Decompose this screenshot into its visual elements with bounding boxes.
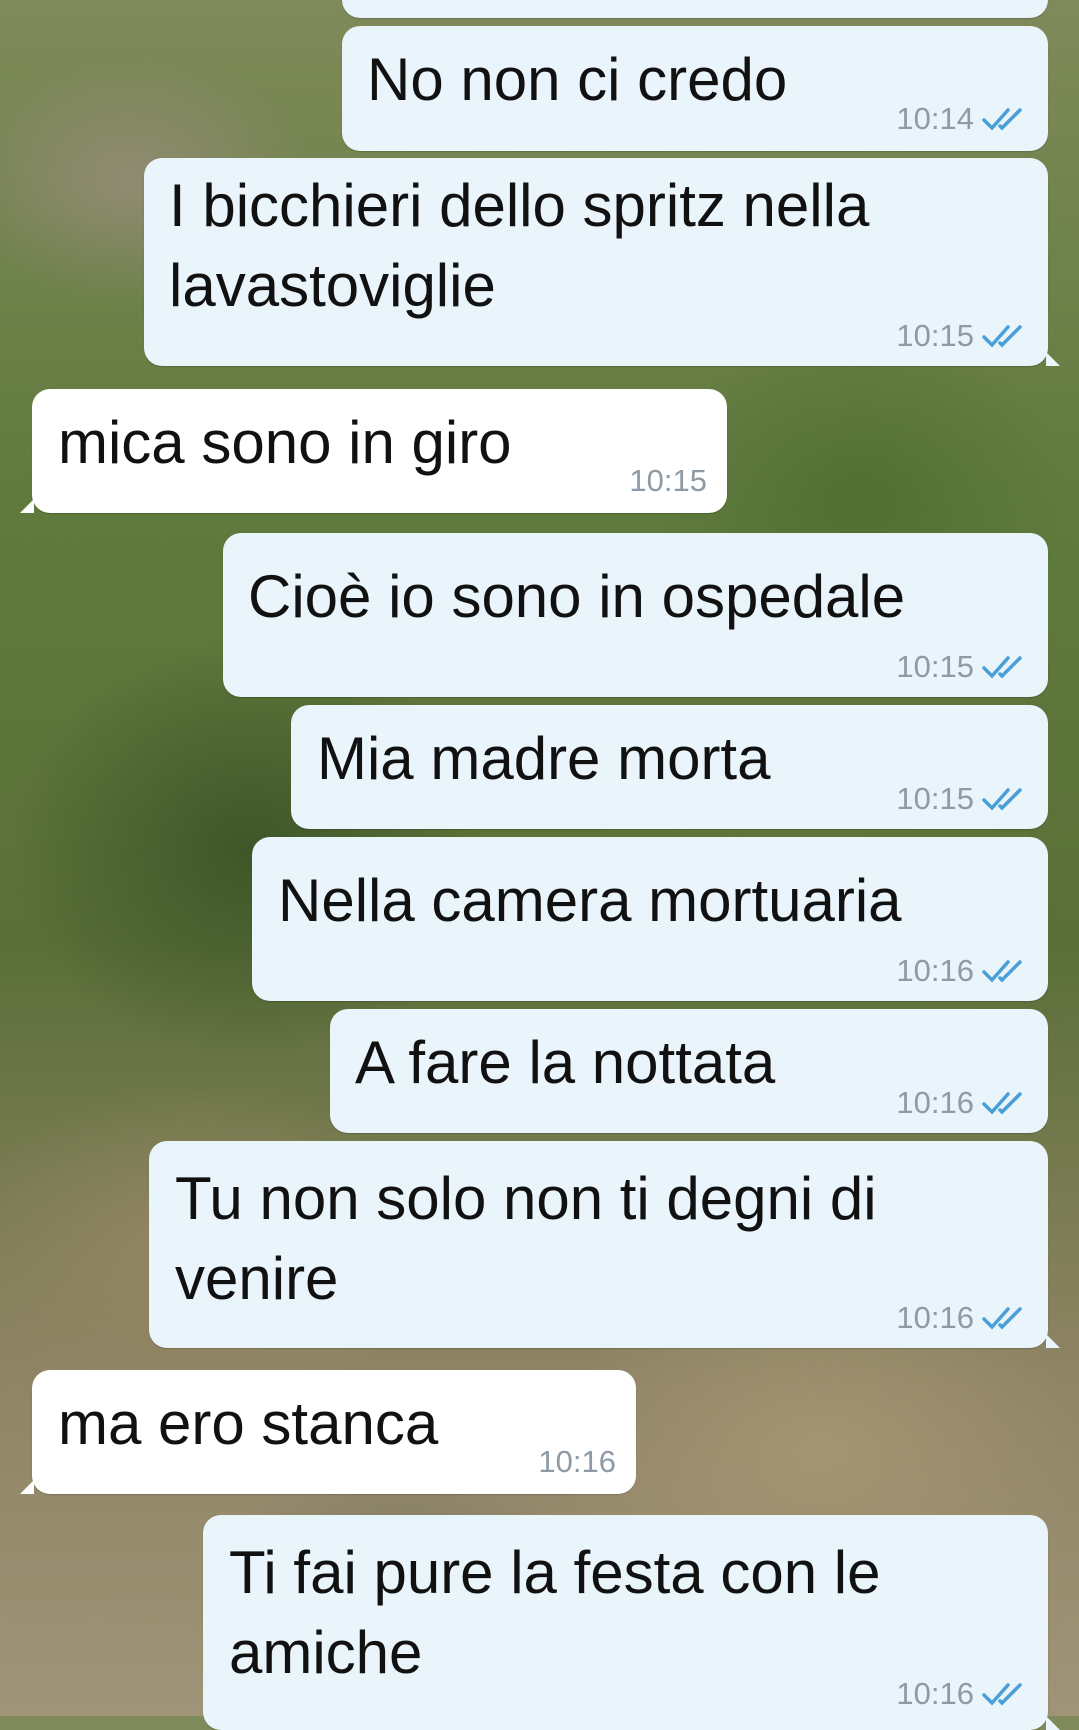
- message-meta: 10:15: [896, 649, 1028, 685]
- message-meta: 10:16: [896, 1300, 1028, 1336]
- message-bubble-outgoing[interactable]: I bicchieri dello spritz nella lavastovi…: [144, 158, 1060, 366]
- message-bubble-incoming[interactable]: ma ero stanca 10:16: [20, 1370, 636, 1494]
- chat-thread[interactable]: No non ci credo 10:14 I bicchieri dello …: [0, 0, 1079, 1730]
- message-bubble-outgoing[interactable]: Ti fai pure la festa con le amiche 10:16: [203, 1515, 1060, 1730]
- message-bubble-outgoing[interactable]: Cioè io sono in ospedale 10:15: [223, 533, 1048, 697]
- message-meta: 10:15: [896, 318, 1028, 354]
- message-text: ma ero stanca: [58, 1390, 439, 1457]
- message-meta: 10:16: [896, 1676, 1028, 1712]
- message-bubble-outgoing[interactable]: Tu non solo non ti degni di venire 10:16: [149, 1141, 1060, 1348]
- message-bubble-outgoing[interactable]: Nella camera mortuaria 10:16: [252, 837, 1048, 1001]
- message-meta: 10:16: [896, 953, 1028, 989]
- message-text: mica sono in giro: [58, 409, 512, 476]
- message-meta: 10:16: [538, 1444, 616, 1480]
- double-check-icon: [982, 1307, 1022, 1330]
- message-time: 10:16: [896, 1300, 974, 1335]
- message-text: Nella camera mortuaria: [278, 867, 902, 934]
- message-time: 10:16: [896, 953, 974, 988]
- double-check-icon: [982, 325, 1022, 348]
- message-bubble-incoming[interactable]: mica sono in giro 10:15: [20, 389, 727, 513]
- message-text: Ti fai pure la festa con le amiche: [229, 1539, 881, 1686]
- message-text: No non ci credo: [367, 46, 788, 113]
- double-check-icon: [982, 656, 1022, 679]
- message-bubble-outgoing[interactable]: Mia madre morta 10:15: [291, 705, 1048, 829]
- double-check-icon: [982, 960, 1022, 983]
- message-meta: 10:15: [896, 781, 1028, 817]
- double-check-icon: [982, 1092, 1022, 1115]
- message-time: 10:15: [629, 463, 707, 498]
- message-bubble-outgoing[interactable]: No non ci credo 10:14: [342, 26, 1048, 151]
- previous-message-bubble[interactable]: [342, 0, 1048, 18]
- message-meta: 10:15: [629, 463, 707, 499]
- message-text: Tu non solo non ti degni di venire: [175, 1165, 877, 1312]
- message-time: 10:15: [896, 781, 974, 816]
- message-bubble-outgoing[interactable]: A fare la nottata 10:16: [330, 1009, 1048, 1133]
- message-time: 10:16: [538, 1444, 616, 1479]
- double-check-icon: [982, 1683, 1022, 1706]
- message-time: 10:15: [896, 318, 974, 353]
- message-meta: 10:14: [896, 101, 1028, 137]
- message-meta: 10:16: [896, 1085, 1028, 1121]
- double-check-icon: [982, 788, 1022, 811]
- message-time: 10:16: [896, 1085, 974, 1120]
- message-time: 10:16: [896, 1676, 974, 1711]
- message-text: Cioè io sono in ospedale: [248, 563, 906, 630]
- message-time: 10:14: [896, 101, 974, 136]
- double-check-icon: [982, 108, 1022, 131]
- message-time: 10:15: [896, 649, 974, 684]
- message-text: Mia madre morta: [317, 725, 771, 792]
- message-text: A fare la nottata: [355, 1029, 776, 1096]
- message-text: I bicchieri dello spritz nella lavastovi…: [169, 172, 870, 319]
